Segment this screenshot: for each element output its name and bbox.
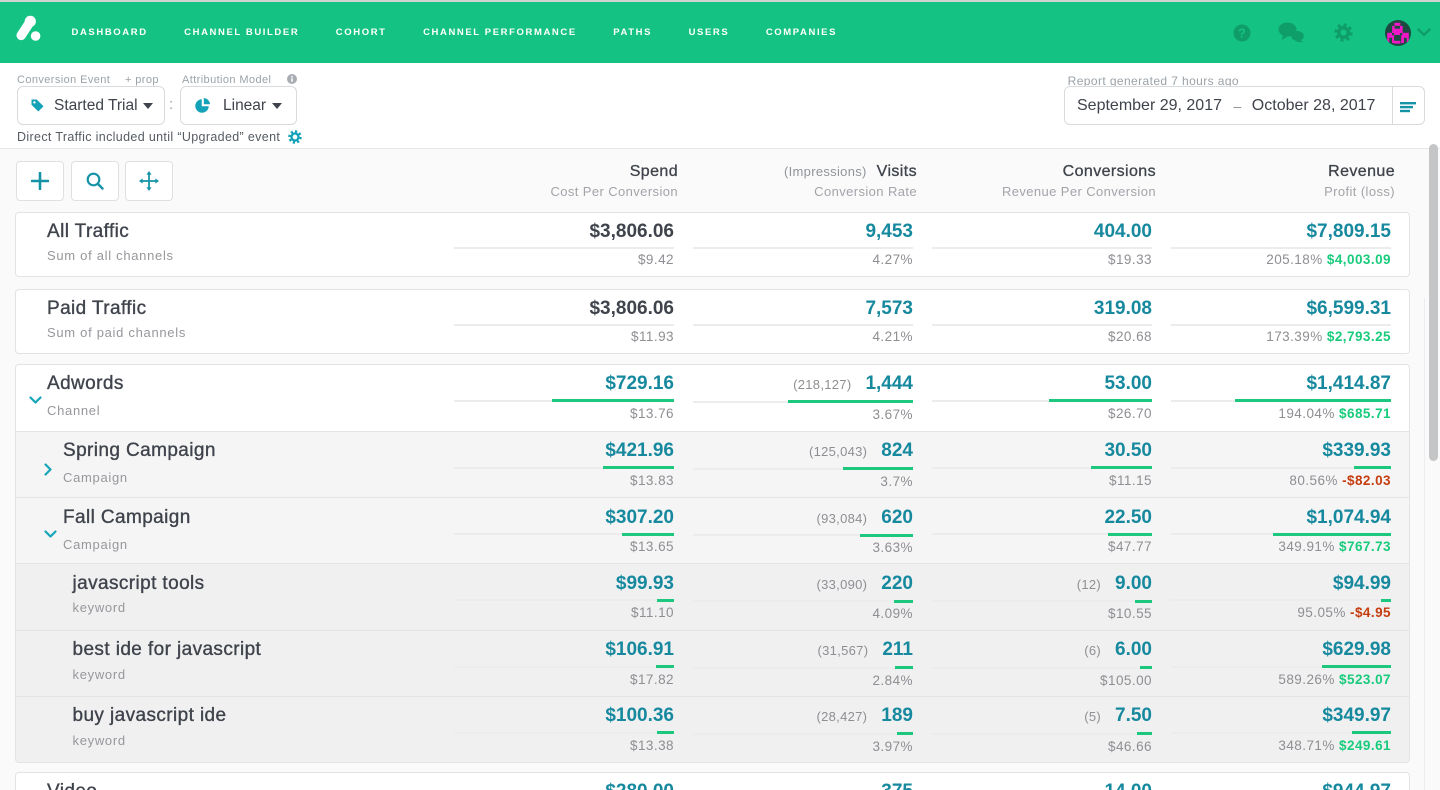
svg-text:?: ? — [1238, 26, 1246, 40]
